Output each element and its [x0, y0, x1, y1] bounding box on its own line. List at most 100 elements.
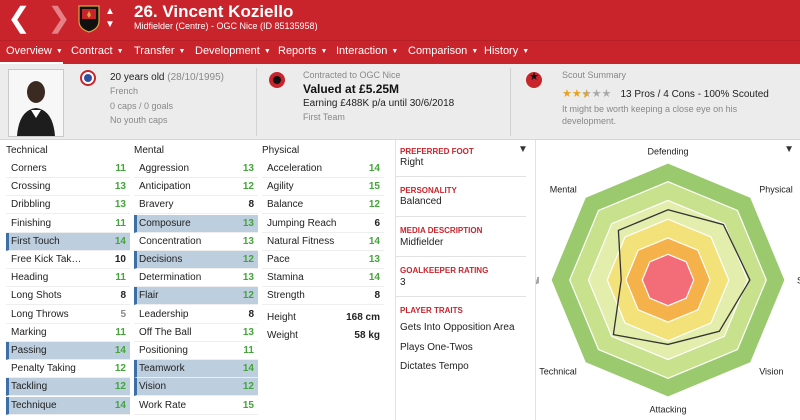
nation-flag-icon [80, 70, 96, 86]
attribute-value: 11 [115, 163, 126, 174]
media-description-value: Midfielder [400, 237, 444, 248]
mental-attribute-row[interactable]: Teamwork 14 [134, 360, 258, 379]
menu-overview[interactable]: Overview ▼ [6, 45, 63, 57]
mental-attribute-row[interactable]: Flair 12 [134, 287, 258, 306]
height-label: Height [267, 312, 296, 323]
attribute-name: Work Rate [139, 399, 187, 411]
menu-history[interactable]: History ▼ [484, 45, 529, 57]
trait-item[interactable]: Gets Into Opposition Area [400, 322, 515, 333]
menu-development[interactable]: Development ▼ [195, 45, 271, 57]
attribute-value: 8 [374, 290, 380, 302]
attribute-value: 14 [114, 399, 126, 411]
mental-attribute-row[interactable]: Work Rate 15 [134, 397, 258, 415]
mental-attribute-row[interactable]: Decisions 12 [134, 251, 258, 269]
technical-attribute-row[interactable]: Long Shots 8 [6, 287, 130, 306]
chevron-down-icon[interactable]: ▼ [784, 144, 794, 155]
physical-attribute-row[interactable]: Agility 15 [262, 178, 384, 197]
divider [396, 296, 526, 297]
technical-attribute-row[interactable]: Penalty Taking 12 [6, 360, 130, 379]
technical-attribute-row[interactable]: Marking 11 [6, 324, 130, 342]
attribute-name: Pace [267, 254, 290, 265]
chevron-down-icon[interactable]: ▼ [518, 144, 528, 155]
technical-attribute-row[interactable]: First Touch 14 [6, 232, 130, 251]
attribute-value: 13 [242, 235, 254, 247]
mental-attribute-row[interactable]: Leadership 8 [134, 306, 258, 324]
personality-label: PERSONALITY [400, 186, 457, 195]
mental-attribute-row[interactable]: Anticipation 12 [134, 178, 258, 197]
attribute-value: 5 [120, 308, 126, 320]
player-wage: Earning £488K p/a until 30/6/2018 [303, 98, 455, 109]
player-photo [8, 69, 64, 137]
player-traits-label: PLAYER TRAITS [400, 306, 463, 315]
radar-axis-label: Technical [539, 367, 577, 377]
technical-attribute-row[interactable]: Dribbling 13 [6, 196, 130, 215]
physical-attribute-row[interactable]: Acceleration 14 [262, 160, 384, 178]
scout-note-line1: It might be worth keeping a close eye on… [562, 104, 738, 114]
info-bar: 20 years old (28/10/1995) French 0 caps … [0, 64, 800, 140]
radar-axis-label: Vision [759, 367, 783, 377]
menu-contract[interactable]: Contract ▼ [71, 45, 124, 57]
attribute-name: Strength [267, 290, 305, 302]
radar-axis-label: Defending [647, 147, 688, 157]
radar-band [641, 253, 695, 307]
attribute-value: 12 [242, 181, 254, 193]
mental-attribute-row[interactable]: Composure 13 [134, 214, 258, 233]
physical-attribute-row[interactable]: Stamina 14 [262, 269, 384, 288]
goalkeeper-rating-label: GOALKEEPER RATING [400, 266, 489, 275]
mental-attribute-row[interactable]: Bravery 8 [134, 196, 258, 215]
attribute-name: Marking [11, 326, 47, 338]
attribute-name: Long Throws [11, 308, 69, 320]
trait-item[interactable]: Dictates Tempo [400, 361, 469, 372]
mental-attribute-row[interactable]: Concentration 13 [134, 233, 258, 251]
weight-value: 58 kg [354, 330, 380, 341]
trait-item[interactable]: Plays One-Twos [400, 342, 473, 353]
mental-attribute-row[interactable]: Aggression 13 [134, 160, 258, 178]
attribute-name: Aggression [139, 163, 190, 174]
attribute-value: 14 [368, 235, 380, 247]
star-full-icon: ★ [571, 88, 582, 100]
divider [256, 68, 257, 136]
technical-attribute-row[interactable]: Tackling 12 [6, 378, 130, 397]
physical-attribute-row[interactable]: Pace 13 [262, 251, 384, 269]
menu-reports[interactable]: Reports ▼ [278, 45, 327, 57]
physical-attribute-row[interactable]: Jumping Reach 6 [262, 215, 384, 233]
attribute-value: 14 [242, 363, 254, 375]
menu-interaction[interactable]: Interaction ▼ [336, 45, 398, 57]
mental-attribute-row[interactable]: Positioning 11 [134, 342, 258, 360]
technical-attribute-row[interactable]: Heading 11 [6, 269, 130, 288]
technical-attribute-row[interactable]: Long Throws 5 [6, 306, 130, 324]
physical-attribute-row[interactable]: Strength 8 [262, 287, 384, 306]
technical-attribute-row[interactable]: Corners 11 [6, 160, 130, 178]
player-switch-updown-icon[interactable]: ▲ ▼ [104, 5, 116, 33]
attribute-value: 11 [115, 272, 126, 284]
weight-label: Weight [267, 330, 298, 341]
back-arrow-icon[interactable]: ❮ [4, 4, 34, 34]
physical-attribute-row[interactable]: Natural Fitness 14 [262, 233, 384, 251]
physical-attribute-row[interactable]: Balance 12 [262, 196, 384, 215]
technical-attribute-row[interactable]: Crossing 13 [6, 178, 130, 197]
attribute-radar-chart: DefendingPhysicalSpeedVisionAttackingTec… [536, 147, 800, 415]
personality-value: Balanced [400, 196, 442, 207]
mental-attribute-row[interactable]: Off The Ball 13 [134, 324, 258, 342]
player-nationality: French [110, 86, 139, 96]
squad-status: First Team [303, 112, 345, 122]
attribute-value: 12 [114, 381, 126, 393]
technical-header: Technical [6, 145, 48, 156]
mental-attribute-row[interactable]: Determination 13 [134, 269, 258, 288]
preferred-foot-label: PREFERRED FOOT [400, 147, 474, 156]
technical-attribute-row[interactable]: Finishing 11 [6, 215, 130, 233]
radar-axis-label: Attacking [649, 405, 686, 415]
attribute-value: 14 [114, 235, 126, 247]
technical-attribute-row[interactable]: Free Kick Tak… 10 [6, 251, 130, 269]
player-overview-screen: ❮ ❯ ▲ ▼ 26. Vincent Koziello Midfielder (… [0, 0, 800, 420]
technical-attribute-row[interactable]: Passing 14 [6, 342, 130, 360]
attribute-value: 8 [120, 290, 126, 302]
technical-attribute-row[interactable]: Technique 14 [6, 396, 130, 415]
player-dob: (28/10/1995) [167, 72, 224, 83]
menu-comparison[interactable]: Comparison ▼ [408, 45, 478, 57]
forward-arrow-icon[interactable]: ❯ [44, 4, 74, 34]
menu-transfer[interactable]: Transfer ▼ [134, 45, 185, 57]
mental-attribute-row[interactable]: Vision 12 [134, 378, 258, 397]
height-value: 168 cm [346, 312, 380, 323]
player-age: 20 years old (28/10/1995) [110, 72, 224, 83]
